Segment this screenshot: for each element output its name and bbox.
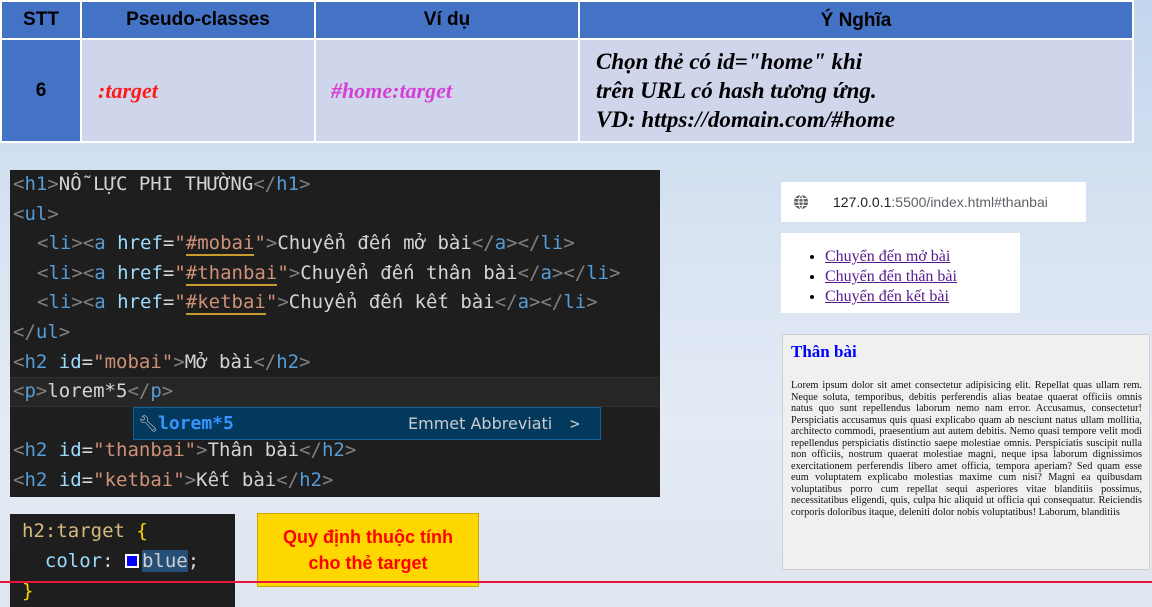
css-line-selector: h2:target {	[22, 520, 148, 542]
url-host: 127.0.0.1	[833, 194, 892, 210]
href-mobai: #mobai	[185, 232, 255, 257]
code-line-p-active[interactable]: <p>lorem*5</p>	[10, 377, 660, 407]
id-thanbai: thanbai	[104, 439, 185, 462]
h2-text-thanbai: Thân bài	[207, 439, 300, 462]
browser-nav-list: Chuyển đến mở bài Chuyển đến thân bài Ch…	[781, 233, 1020, 313]
list-item: Chuyển đến mở bài	[825, 247, 1020, 267]
meaning-line-3: VD: https://domain.com/#home	[596, 107, 896, 132]
header-example: Ví dụ	[314, 0, 580, 40]
table-header-row: STT Pseudo-classes Ví dụ Ý Nghĩa	[0, 0, 1134, 40]
browser-address-bar[interactable]: 127.0.0.1:5500/index.html#thanbai	[781, 182, 1086, 222]
wrench-icon: 🔧︎	[138, 414, 159, 433]
url-text: 127.0.0.1:5500/index.html#thanbai	[833, 194, 1048, 210]
href-ketbai: #ketbai	[185, 291, 266, 316]
id-ketbai: ketbai	[104, 468, 174, 491]
code-line-li-3: <li><a href="#ketbai">Chuyển đến kết bài…	[37, 291, 598, 316]
css-value: blue	[141, 550, 188, 572]
list-item: Chuyển đến kết bài	[825, 287, 1020, 307]
lorem-paragraph: Lorem ipsum dolor sit amet consectetur a…	[791, 380, 1142, 518]
css-selector: h2:target	[22, 520, 125, 542]
link-thanbai[interactable]: Chuyển đến thân bài	[825, 268, 957, 285]
color-swatch-icon[interactable]	[124, 554, 139, 568]
cell-stt: 6	[0, 38, 82, 143]
list-item: Chuyển đến thân bài	[825, 267, 1020, 287]
link-mobai[interactable]: Chuyển đến mở bài	[825, 248, 950, 265]
code-line-li-1: <li><a href="#mobai">Chuyển đến mở bài</…	[37, 232, 575, 257]
cell-example: #home:target	[314, 38, 580, 143]
p-text: lorem*5	[47, 380, 128, 403]
code-line-h2-ketbai: <h2 id="ketbai">Kết bài</h2>	[13, 468, 334, 491]
link-text-mobai: Chuyển đến mở bài	[277, 232, 472, 255]
link-ketbai[interactable]: Chuyển đến kết bài	[825, 288, 949, 305]
code-line-h2-mobai: <h2 id="mobai">Mở bài</h2>	[13, 350, 311, 373]
h2-text-mobai: Mở bài	[184, 350, 254, 373]
css-snippet: h2:target { color: blue; }	[10, 514, 235, 607]
header-pseudo-classes: Pseudo-classes	[80, 0, 316, 40]
suggestion-detail: Emmet Abbreviati	[408, 414, 553, 433]
red-divider-line	[0, 581, 1152, 583]
globe-icon	[794, 194, 808, 210]
read-more-icon[interactable]: >	[570, 408, 580, 439]
note-line-2: cho thẻ target	[308, 553, 428, 573]
code-line-h1: <h1>NỖ LỰC PHI THƯỜNG</h1>	[13, 173, 311, 195]
meaning-line-1: Chọn thẻ có id="home" khi	[596, 49, 863, 74]
href-thanbai: #thanbai	[185, 261, 278, 286]
code-line-ul-open: <ul>	[13, 202, 59, 225]
code-line-li-2: <li><a href="#thanbai">Chuyển đến thân b…	[37, 261, 621, 286]
header-meaning: Ý Nghĩa	[578, 0, 1134, 40]
link-text-thanbai: Chuyển đến thân bài	[300, 261, 518, 284]
h2-text-ketbai: Kết bài	[196, 468, 277, 491]
section-heading: Thân bài	[791, 342, 857, 361]
header-stt: STT	[0, 0, 82, 40]
note-line-1: Quy định thuộc tính	[283, 527, 453, 547]
cell-meaning: Chọn thẻ có id="home" khi trên URL có ha…	[578, 38, 1134, 143]
note-callout: Quy định thuộc tính cho thẻ target	[257, 513, 479, 587]
table-row: 6 :target #home:target Chọn thẻ có id="h…	[0, 38, 1134, 143]
cell-pseudo-class: :target	[80, 38, 316, 143]
url-path: :5500/index.html#thanbai	[891, 194, 1048, 210]
h1-text: NỖ LỰC PHI THƯỜNG	[58, 173, 254, 195]
css-property: color	[44, 550, 103, 572]
meaning-line-2: trên URL có hash tương ứng.	[596, 78, 877, 103]
pseudo-class-table: STT Pseudo-classes Ví dụ Ý Nghĩa 6 :targ…	[0, 0, 1134, 143]
id-mobai: mobai	[104, 350, 162, 373]
emmet-suggestion[interactable]: 🔧︎ lorem*5 Emmet Abbreviati >	[133, 407, 601, 440]
suggestion-label: lorem*5	[158, 413, 234, 434]
browser-page-content: Thân bài Lorem ipsum dolor sit amet cons…	[782, 334, 1150, 570]
code-line-ul-close: </ul>	[13, 320, 71, 343]
code-editor[interactable]: <h1>NỖ LỰC PHI THƯỜNG</h1> <ul> <li><a h…	[10, 170, 660, 497]
css-line-declaration: color: blue;	[44, 550, 200, 572]
code-line-h2-thanbai: <h2 id="thanbai">Thân bài</h2>	[13, 439, 357, 462]
link-text-ketbai: Chuyển đến kết bài	[288, 291, 495, 314]
